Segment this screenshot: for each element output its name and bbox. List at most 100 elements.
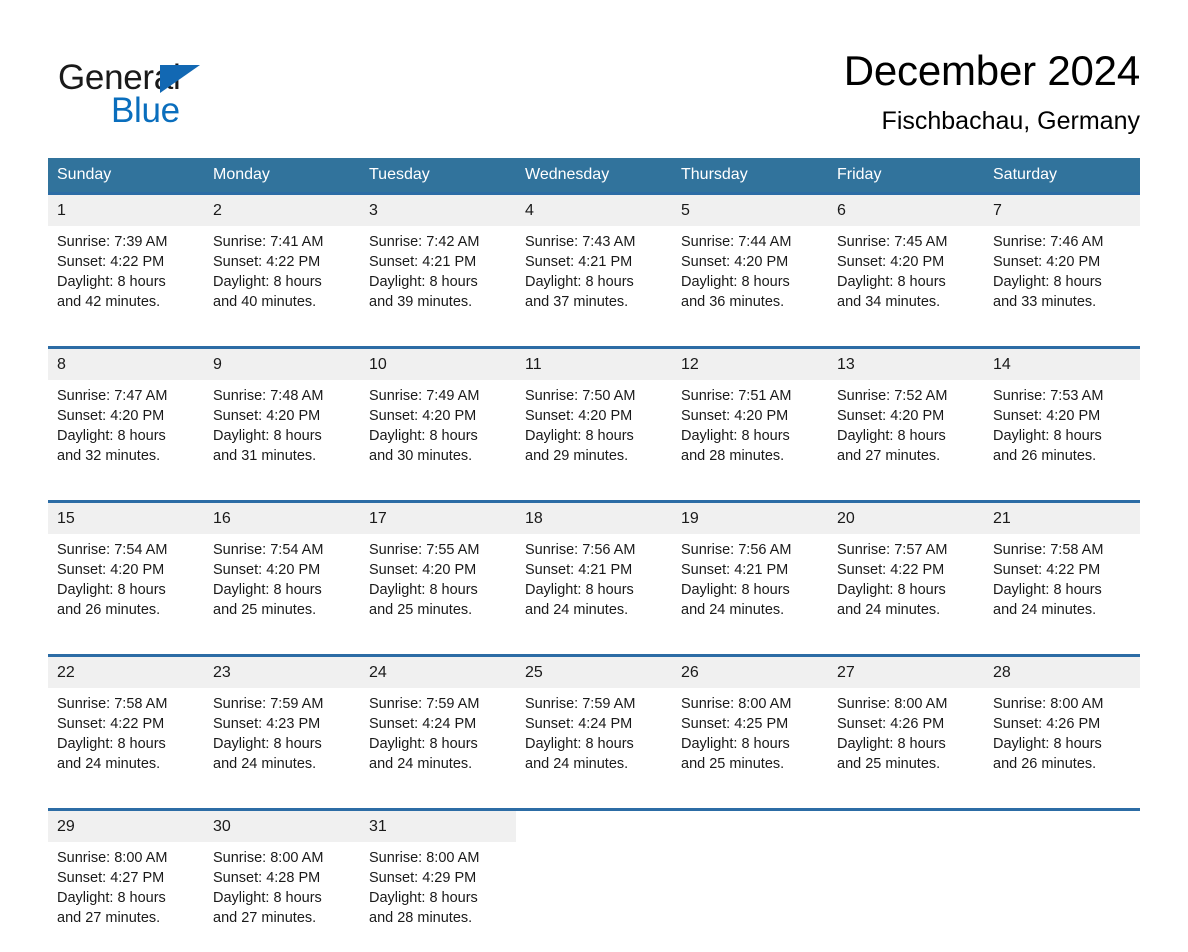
sunset-text: Sunset: 4:22 PM [57,254,165,270]
weekday-header-friday: Friday [828,158,984,192]
daylight-text-line1: Daylight: 8 hours [993,736,1102,752]
daylight-text-line2: and 32 minutes. [57,448,161,464]
daylight-text-line1: Daylight: 8 hours [369,274,478,290]
day-info-cell: Sunrise: 7:48 AM Sunset: 4:20 PM Daylight:… [204,380,360,490]
sunset-text: Sunset: 4:20 PM [837,254,945,270]
sunrise-text: Sunrise: 7:50 AM [525,388,636,404]
day-number-cell[interactable]: 16 [204,503,360,534]
sunset-text: Sunset: 4:20 PM [681,408,789,424]
day-number-cell[interactable]: 11 [516,349,672,380]
day-number-cell[interactable]: 24 [360,657,516,688]
day-number-cell[interactable]: 17 [360,503,516,534]
day-number-cell[interactable]: 23 [204,657,360,688]
day-number-cell[interactable]: 20 [828,503,984,534]
weekday-header-sunday: Sunday [48,158,204,192]
day-info-cell: Sunrise: 7:45 AM Sunset: 4:20 PM Daylight:… [828,226,984,336]
day-number-cell[interactable]: 19 [672,503,828,534]
day-number-cell[interactable]: 1 [48,195,204,226]
day-number-cell[interactable]: 21 [984,503,1140,534]
sunset-text: Sunset: 4:26 PM [837,716,945,732]
sunset-text: Sunset: 4:20 PM [837,408,945,424]
sunrise-text: Sunrise: 7:41 AM [213,234,324,250]
sunrise-text: Sunrise: 7:56 AM [681,542,792,558]
day-info-cell: Sunrise: 7:59 AM Sunset: 4:23 PM Daylight:… [204,688,360,798]
sunrise-sunset-calendar: Sunday Monday Tuesday Wednesday Thursday… [48,158,1140,952]
daylight-text-line2: and 37 minutes. [525,294,629,310]
sunset-text: Sunset: 4:26 PM [993,716,1101,732]
day-number-cell[interactable]: 3 [360,195,516,226]
daylight-text-line1: Daylight: 8 hours [57,890,166,906]
day-number-cell[interactable]: 22 [48,657,204,688]
daylight-text-line2: and 26 minutes. [57,602,161,618]
sunset-text: Sunset: 4:23 PM [213,716,321,732]
sunrise-text: Sunrise: 7:53 AM [993,388,1104,404]
daylight-text-line2: and 30 minutes. [369,448,473,464]
day-number-cell[interactable]: 26 [672,657,828,688]
weekday-header-monday: Monday [204,158,360,192]
sunset-text: Sunset: 4:20 PM [213,408,321,424]
day-info-cell: Sunrise: 7:50 AM Sunset: 4:20 PM Daylight:… [516,380,672,490]
sunset-text: Sunset: 4:20 PM [369,408,477,424]
sunrise-text: Sunrise: 7:45 AM [837,234,948,250]
day-number-cell[interactable]: 2 [204,195,360,226]
day-number-cell[interactable]: 29 [48,811,204,842]
sunrise-text: Sunrise: 7:59 AM [213,696,324,712]
week-gap [48,490,1140,500]
day-number-cell[interactable]: 18 [516,503,672,534]
daylight-text-line1: Daylight: 8 hours [681,736,790,752]
day-info-cell: Sunrise: 7:57 AM Sunset: 4:22 PM Daylight:… [828,534,984,644]
title-block: December 2024 Fischbachau, Germany [844,46,1140,138]
day-number-cell[interactable]: 5 [672,195,828,226]
sunset-text: Sunset: 4:22 PM [57,716,165,732]
daylight-text-line2: and 24 minutes. [213,756,317,772]
day-number-cell[interactable]: 27 [828,657,984,688]
daylight-text-line1: Daylight: 8 hours [213,890,322,906]
day-number-cell[interactable]: 14 [984,349,1140,380]
daylight-text-line1: Daylight: 8 hours [213,274,322,290]
daylight-text-line1: Daylight: 8 hours [213,428,322,444]
sunset-text: Sunset: 4:24 PM [525,716,633,732]
sunset-text: Sunset: 4:29 PM [369,870,477,886]
weekday-header-row: Sunday Monday Tuesday Wednesday Thursday… [48,158,1140,192]
day-info-cell: Sunrise: 7:58 AM Sunset: 4:22 PM Daylight:… [48,688,204,798]
day-detail-row: Sunrise: 7:54 AM Sunset: 4:20 PM Daylight:… [48,534,1140,644]
day-number-cell[interactable]: 7 [984,195,1140,226]
day-number-cell[interactable]: 4 [516,195,672,226]
sunrise-text: Sunrise: 7:51 AM [681,388,792,404]
day-number-cell[interactable]: 8 [48,349,204,380]
day-number-cell[interactable]: 28 [984,657,1140,688]
day-info-cell: Sunrise: 7:53 AM Sunset: 4:20 PM Daylight:… [984,380,1140,490]
day-number-cell[interactable]: 12 [672,349,828,380]
day-number-cell[interactable]: 15 [48,503,204,534]
day-info-cell: Sunrise: 7:54 AM Sunset: 4:20 PM Daylight:… [48,534,204,644]
daylight-text-line2: and 33 minutes. [993,294,1097,310]
daylight-text-line1: Daylight: 8 hours [213,736,322,752]
day-number-cell[interactable]: 25 [516,657,672,688]
sunrise-text: Sunrise: 7:59 AM [369,696,480,712]
day-number-cell[interactable]: 9 [204,349,360,380]
day-number-cell[interactable]: 31 [360,811,516,842]
day-number-cell[interactable]: 6 [828,195,984,226]
day-number-cell[interactable]: 13 [828,349,984,380]
day-number-cell[interactable]: 30 [204,811,360,842]
calendar-page: General Blue December 2024 Fischbachau, … [0,0,1188,952]
empty-info-cell [516,842,672,952]
daylight-text-line1: Daylight: 8 hours [57,582,166,598]
sunrise-text: Sunrise: 7:55 AM [369,542,480,558]
daylight-text-line1: Daylight: 8 hours [57,736,166,752]
daylight-text-line2: and 25 minutes. [681,756,785,772]
sunrise-text: Sunrise: 7:54 AM [213,542,324,558]
daylight-text-line1: Daylight: 8 hours [57,428,166,444]
daylight-text-line1: Daylight: 8 hours [525,274,634,290]
sunset-text: Sunset: 4:24 PM [369,716,477,732]
day-info-cell: Sunrise: 7:56 AM Sunset: 4:21 PM Daylight:… [672,534,828,644]
daylight-text-line1: Daylight: 8 hours [369,736,478,752]
day-info-cell: Sunrise: 8:00 AM Sunset: 4:28 PM Daylight:… [204,842,360,952]
daylight-text-line2: and 25 minutes. [837,756,941,772]
day-info-cell: Sunrise: 7:51 AM Sunset: 4:20 PM Daylight:… [672,380,828,490]
generalblue-logo[interactable]: General Blue [58,54,258,134]
week-gap [48,336,1140,346]
day-number-cell[interactable]: 10 [360,349,516,380]
empty-info-cell [828,842,984,952]
daylight-text-line2: and 31 minutes. [213,448,317,464]
